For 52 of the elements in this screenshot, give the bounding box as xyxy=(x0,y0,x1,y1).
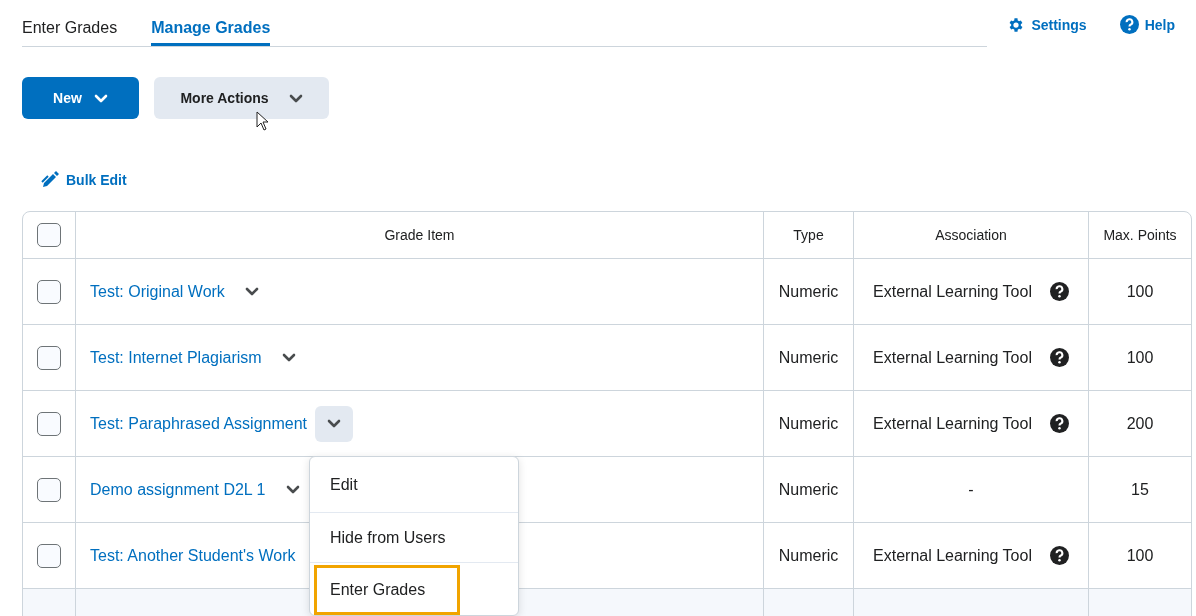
help-icon[interactable] xyxy=(1049,348,1069,367)
checkbox[interactable] xyxy=(37,411,61,436)
table-cell: External Learning Tool xyxy=(873,282,1032,301)
checkbox[interactable] xyxy=(37,345,61,370)
table-cell: 100 xyxy=(1089,325,1191,391)
column-header: Max. Points xyxy=(1089,212,1191,259)
table-cell: Numeric xyxy=(764,325,854,391)
chevron-down-icon xyxy=(327,419,342,428)
help-icon[interactable] xyxy=(1049,414,1069,433)
menu-item[interactable]: Hide from Users xyxy=(310,513,518,563)
column-header: Grade Item xyxy=(76,212,764,259)
menu-item[interactable]: Edit xyxy=(310,457,518,513)
help-link[interactable]: Help xyxy=(1119,15,1175,34)
help-icon[interactable] xyxy=(1049,546,1069,565)
grade-item-link[interactable]: Demo assignment D2L 1 xyxy=(90,480,266,498)
table-cell: Numeric xyxy=(764,457,854,523)
checkbox[interactable] xyxy=(37,477,61,502)
help-icon xyxy=(1119,15,1139,34)
grade-item-link[interactable]: Test: Original Work xyxy=(90,282,225,300)
chevron-down-icon xyxy=(288,93,303,103)
checkbox[interactable] xyxy=(37,223,61,247)
table-cell: - xyxy=(968,480,974,499)
grade-item-link[interactable]: Test: Another Student's Work xyxy=(90,547,296,564)
tab[interactable]: Enter Grades xyxy=(22,0,118,46)
checkbox[interactable] xyxy=(37,543,61,568)
settings-link[interactable]: Settings xyxy=(1007,15,1087,34)
column-header: Association xyxy=(854,212,1089,259)
table-cell: 200 xyxy=(1089,391,1191,457)
table-cell: External Learning Tool xyxy=(873,348,1032,367)
bulk-edit-button[interactable]: Bulk Edit xyxy=(40,169,127,191)
table-cell: Numeric xyxy=(764,259,854,325)
row-menu-button[interactable] xyxy=(315,405,354,442)
grade-item-link[interactable]: Test: Paraphrased Assignment xyxy=(90,414,307,432)
help-icon[interactable] xyxy=(1049,282,1069,301)
chevron-down-icon xyxy=(245,287,260,296)
mouse-pointer-icon xyxy=(256,111,269,131)
tab[interactable]: Manage Grades xyxy=(151,0,271,46)
new-button[interactable]: New xyxy=(22,77,139,119)
column-header: Type xyxy=(764,212,854,259)
table-cell: Numeric xyxy=(764,391,854,457)
more-actions-button[interactable]: More Actions xyxy=(154,77,329,119)
chevron-down-icon xyxy=(285,485,300,494)
table-cell: 100 xyxy=(1089,259,1191,325)
chevron-down-icon xyxy=(93,93,108,103)
table-cell: 15 xyxy=(1089,457,1191,523)
checkbox[interactable] xyxy=(37,279,61,304)
grade-item-link[interactable]: Test: Internet Plagiarism xyxy=(90,348,262,366)
table-cell: External Learning Tool xyxy=(873,414,1032,433)
menu-item[interactable]: Enter Grades xyxy=(314,565,460,615)
chevron-down-icon xyxy=(281,353,296,362)
pencil-icon xyxy=(40,170,60,190)
table-cell: External Learning Tool xyxy=(873,546,1032,565)
